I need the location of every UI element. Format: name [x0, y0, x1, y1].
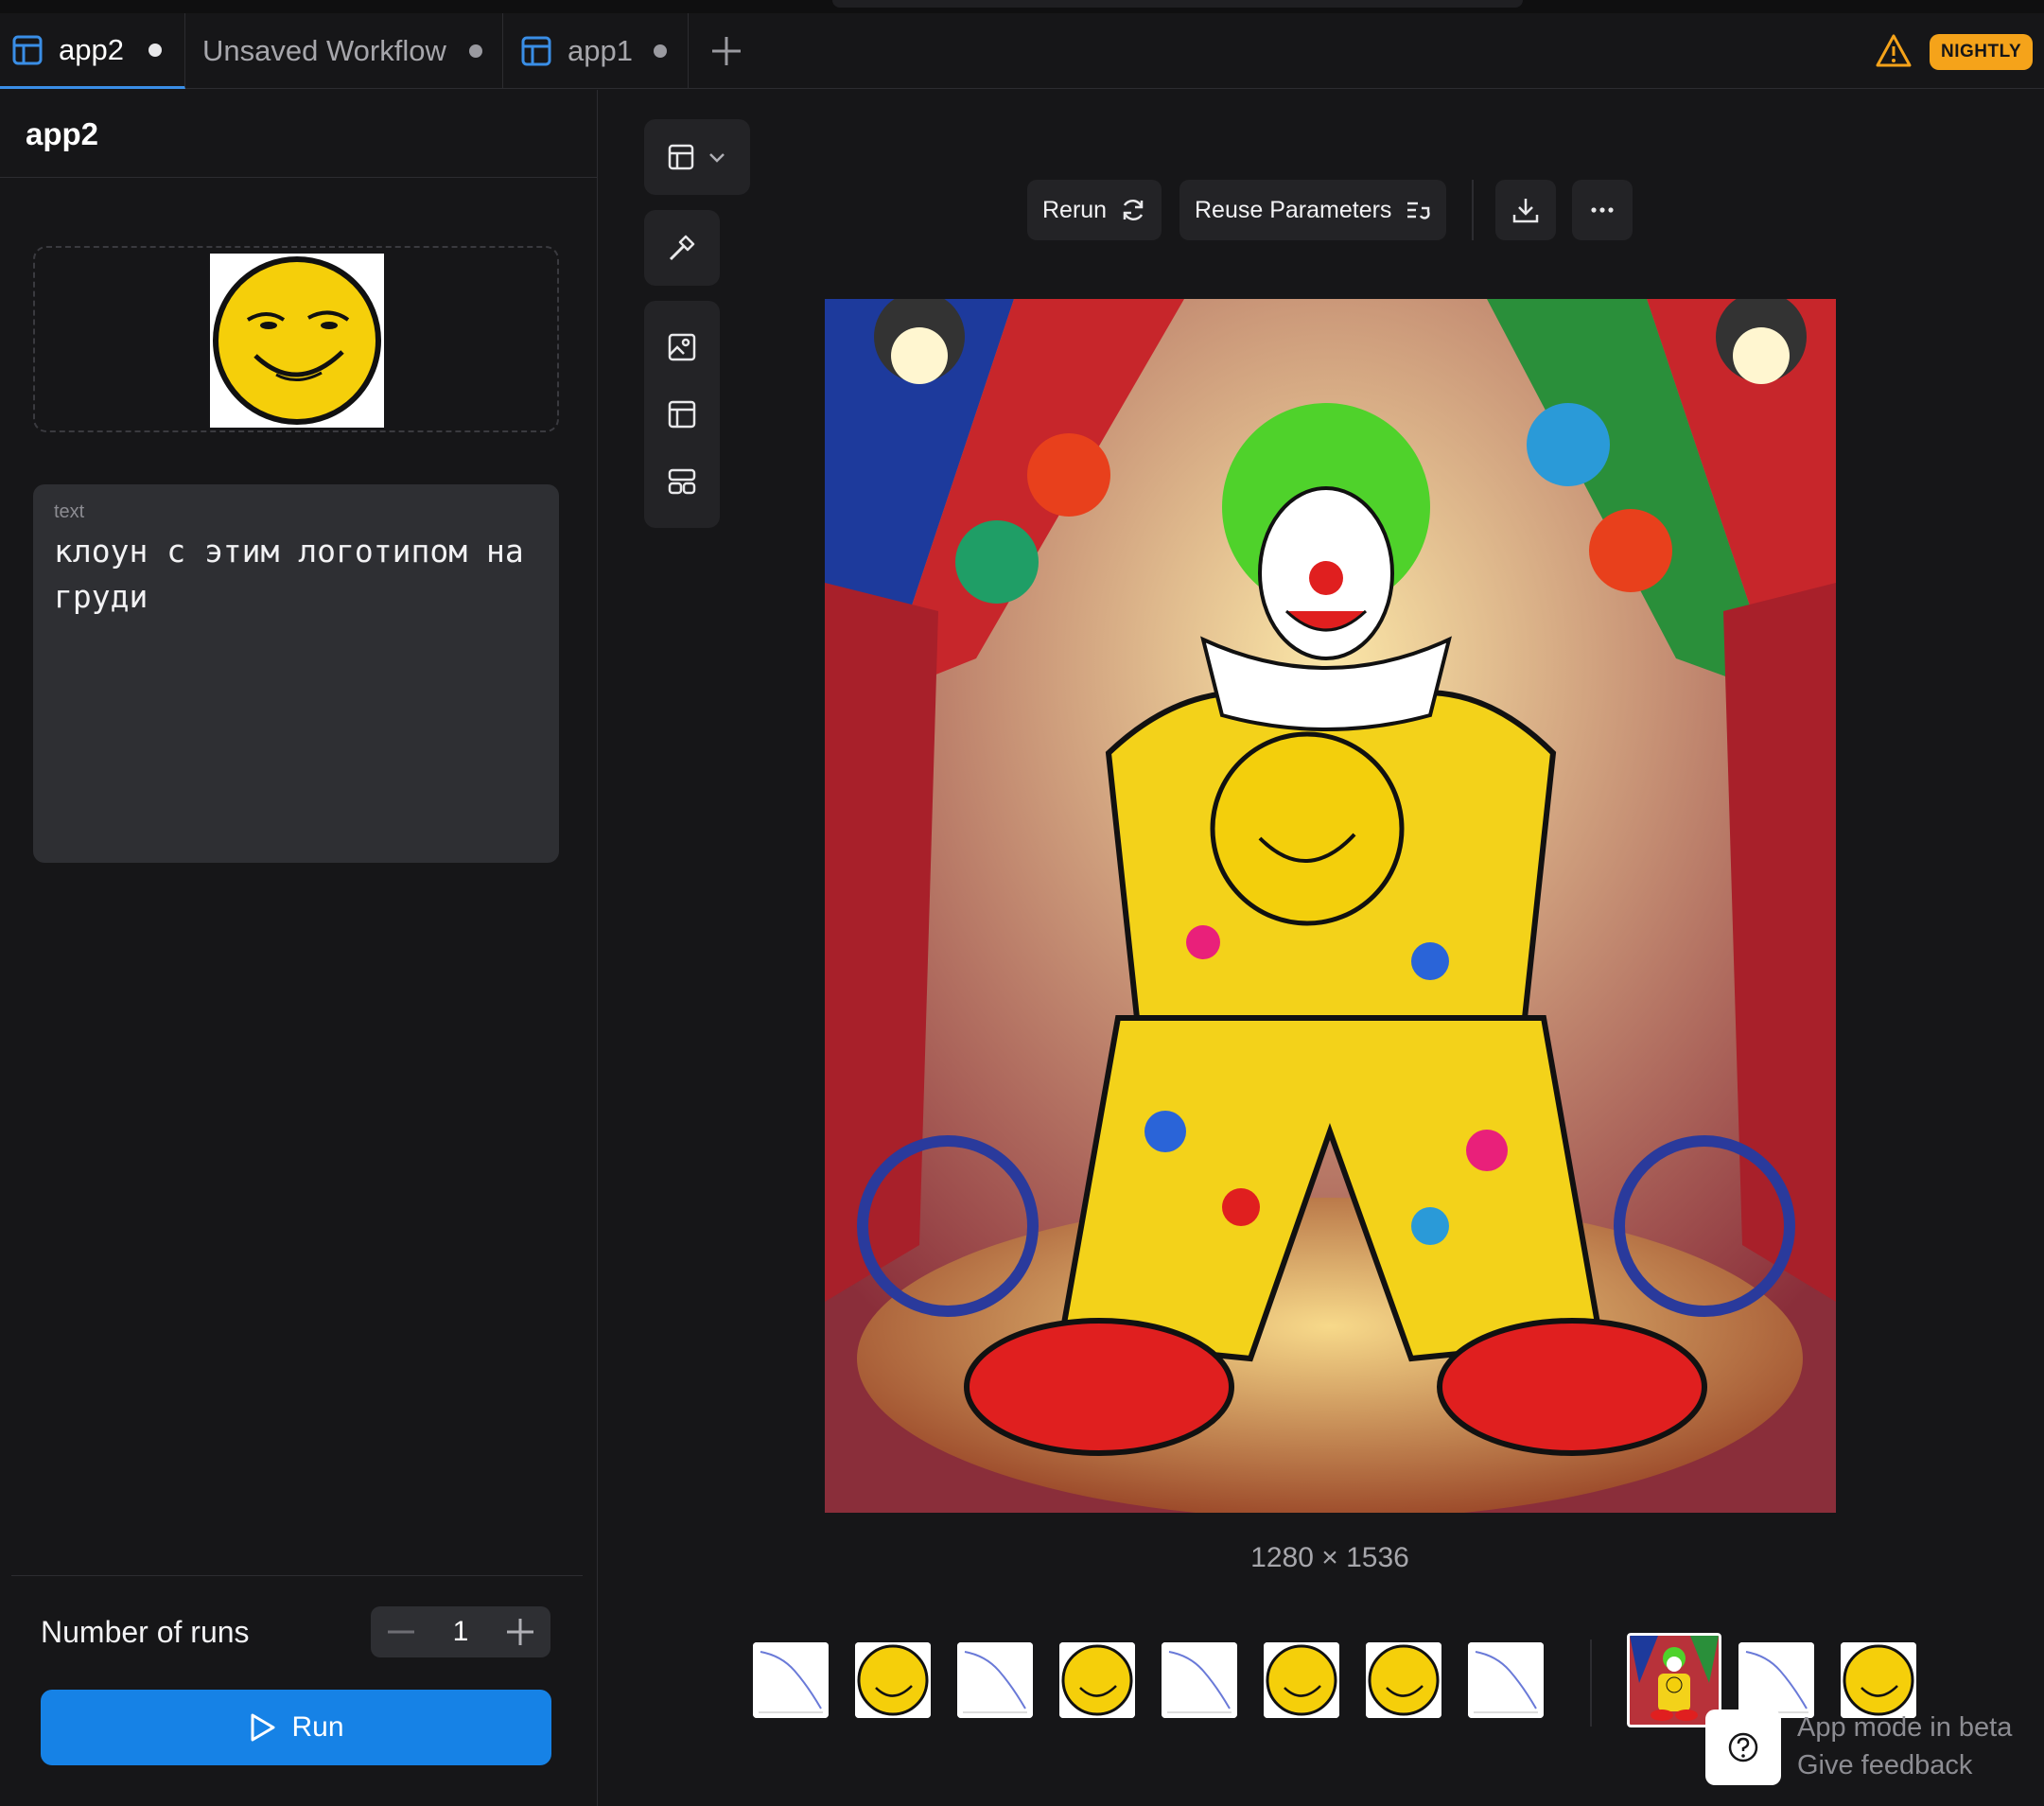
divider: [0, 177, 598, 178]
hammer-icon: [669, 235, 695, 261]
refresh-icon: [1123, 199, 1144, 221]
layout-menu-button[interactable]: [644, 119, 750, 195]
unsaved-dot-icon: [653, 44, 667, 58]
give-feedback-link[interactable]: Give feedback: [1797, 1746, 2012, 1784]
thumbnail-separator: [1590, 1639, 1592, 1727]
beta-text: App mode in beta: [1797, 1712, 2013, 1743]
beta-notice: App mode in beta Give feedback: [1797, 1709, 2012, 1784]
layout-icon: [668, 144, 694, 170]
tab-bar: app2 Unsaved Workflow app1: [0, 13, 2044, 89]
toolbar-separator: [1472, 180, 1474, 240]
output-thumbnail[interactable]: [1738, 1642, 1814, 1718]
minus-icon[interactable]: [386, 1617, 416, 1647]
reuse-parameters-button[interactable]: Reuse Parameters: [1179, 180, 1447, 240]
more-options-button[interactable]: [1572, 180, 1633, 240]
chevron-down-icon: [709, 153, 725, 163]
help-button[interactable]: [1705, 1710, 1781, 1785]
plus-icon: [712, 37, 741, 65]
output-thumbnail[interactable]: [1841, 1642, 1916, 1718]
text-input-label: text: [54, 501, 85, 522]
warning-icon[interactable]: [1875, 32, 1913, 70]
image-input-dropzone[interactable]: [33, 246, 559, 432]
layout-icon: [521, 36, 551, 66]
divider: [11, 1575, 583, 1576]
image-dimensions: 1280 × 1536: [1250, 1542, 1409, 1573]
reuse-label: Reuse Parameters: [1195, 196, 1392, 223]
output-thumbnail[interactable]: [1059, 1642, 1135, 1718]
tab-label: app2: [59, 32, 124, 66]
input-image-preview: [210, 254, 384, 428]
app-input-panel: app2 text клоун с этим логотипом на груд…: [0, 90, 598, 1806]
output-thumbnail[interactable]: [957, 1642, 1033, 1718]
help-icon: [1728, 1732, 1758, 1762]
add-tab-button[interactable]: [705, 13, 748, 89]
tab-app2[interactable]: app2: [0, 13, 185, 89]
layout-icon: [12, 35, 43, 64]
rerun-button[interactable]: Rerun: [1027, 180, 1162, 240]
download-icon: [1512, 199, 1539, 223]
window-top-strip: [0, 0, 2044, 13]
runs-stepper[interactable]: 1: [371, 1606, 550, 1657]
unsaved-dot-icon: [468, 44, 482, 58]
nightly-badge: NIGHTLY: [1930, 34, 2034, 70]
more-icon: [1591, 207, 1614, 213]
command-bar-handle: [832, 0, 1523, 8]
rerun-label: Rerun: [1042, 196, 1108, 223]
plus-icon[interactable]: [505, 1617, 535, 1647]
generated-image[interactable]: [825, 299, 1836, 1513]
output-thumbnail[interactable]: [1264, 1642, 1339, 1718]
tab-unsaved-workflow[interactable]: Unsaved Workflow: [185, 13, 503, 89]
text-input-field[interactable]: text клоун с этим логотипом на груди: [33, 484, 559, 863]
output-thumbnail[interactable]: [753, 1642, 829, 1718]
unsaved-dot-icon: [148, 43, 162, 57]
run-button-label: Run: [291, 1711, 344, 1743]
tab-label: app1: [568, 34, 633, 67]
list-restore-icon: [1407, 202, 1431, 219]
runs-value[interactable]: 1: [453, 1616, 469, 1648]
tab-label: Unsaved Workflow: [202, 34, 446, 67]
download-button[interactable]: [1495, 180, 1556, 240]
output-thumbnail[interactable]: [1366, 1642, 1441, 1718]
runs-label: Number of runs: [41, 1615, 250, 1649]
page-title: app2: [26, 116, 99, 151]
run-button[interactable]: Run: [41, 1690, 551, 1765]
play-icon: [251, 1713, 275, 1742]
output-thumbnail[interactable]: [1468, 1642, 1544, 1718]
build-tool-button[interactable]: [644, 210, 720, 286]
output-thumbnail[interactable]: [1162, 1642, 1237, 1718]
layout-icon[interactable]: [667, 399, 697, 430]
view-tools-group: [644, 301, 720, 528]
text-input-value[interactable]: клоун с этим логотипом на груди: [54, 529, 538, 620]
dashboard-icon[interactable]: [667, 466, 697, 497]
output-thumbnail[interactable]: [855, 1642, 931, 1718]
tab-app1[interactable]: app1: [503, 13, 689, 89]
image-icon[interactable]: [667, 332, 697, 362]
